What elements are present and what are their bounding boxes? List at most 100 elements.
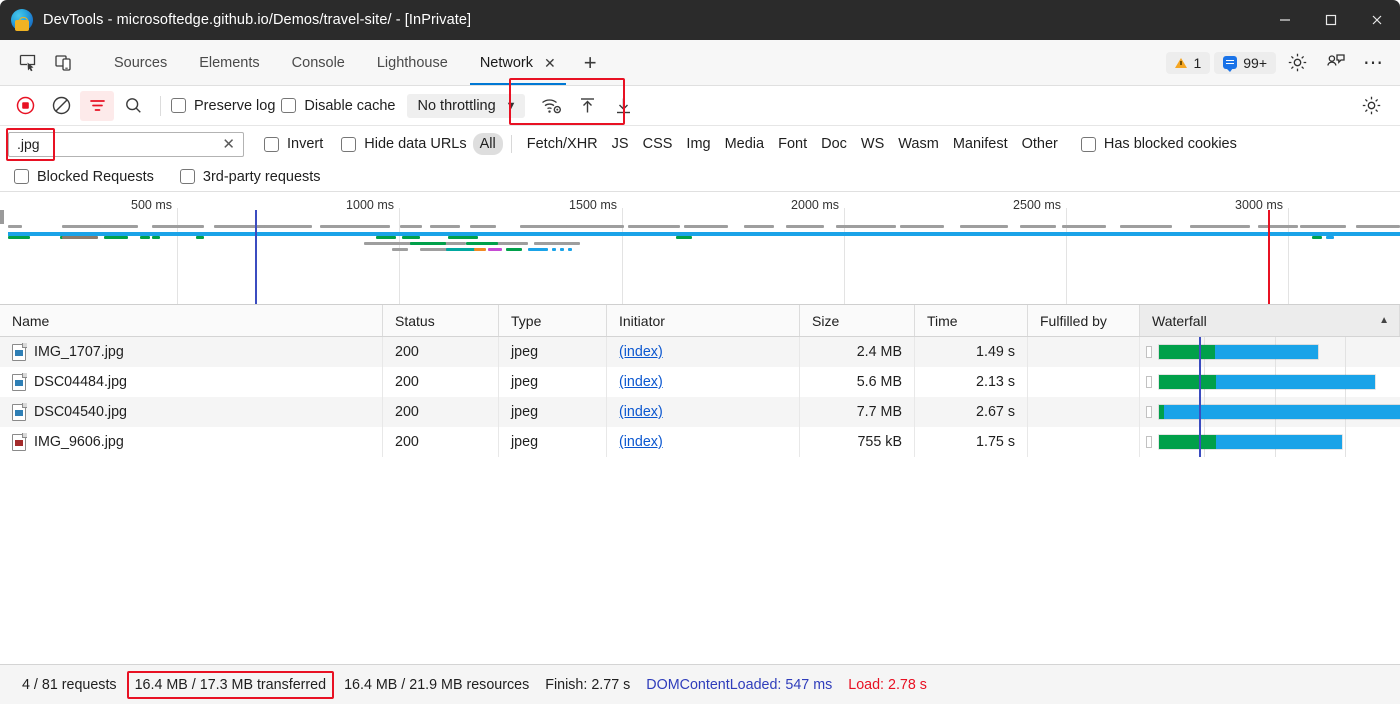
- waterfall-bar[interactable]: [1158, 404, 1400, 420]
- add-tab-button[interactable]: +: [572, 40, 609, 85]
- overview-tick-line: [399, 208, 400, 304]
- message-badge[interactable]: 99+: [1214, 52, 1276, 74]
- column-header-type[interactable]: Type: [499, 305, 607, 336]
- device-emulation-icon[interactable]: [46, 40, 82, 85]
- waterfall-bar[interactable]: [1158, 344, 1319, 360]
- requests-table: Name Status Type Initiator Size Time Ful…: [0, 305, 1400, 664]
- network-overview[interactable]: 500 ms1000 ms1500 ms2000 ms2500 ms3000 m…: [0, 192, 1400, 305]
- table-row[interactable]: DSC04484.jpg200jpeg(index)5.6 MB2.13 s: [0, 367, 1400, 397]
- overview-request-band: [488, 248, 502, 251]
- cell-fulfilled-by: [1028, 397, 1140, 427]
- filter-type-img[interactable]: Img: [679, 133, 717, 155]
- has-blocked-cookies-checkbox[interactable]: Has blocked cookies: [1081, 136, 1237, 152]
- column-header-status[interactable]: Status: [383, 305, 499, 336]
- tab-console[interactable]: Console: [276, 40, 361, 85]
- close-tab-icon[interactable]: ✕: [544, 56, 556, 70]
- file-name: DSC04484.jpg: [34, 374, 127, 390]
- filter-type-manifest[interactable]: Manifest: [946, 133, 1015, 155]
- waterfall-connection-stub: [1146, 376, 1152, 388]
- invert-checkbox[interactable]: Invert: [264, 136, 323, 152]
- filter-type-font[interactable]: Font: [771, 133, 814, 155]
- cell-initiator[interactable]: (index): [607, 397, 800, 427]
- third-party-requests-checkbox[interactable]: 3rd-party requests: [180, 169, 321, 185]
- filter-type-wasm[interactable]: Wasm: [891, 133, 946, 155]
- table-row[interactable]: DSC04540.jpg200jpeg(index)7.7 MB2.67 s: [0, 397, 1400, 427]
- column-header-waterfall[interactable]: Waterfall ▲: [1140, 305, 1400, 336]
- overview-request-band: [676, 236, 692, 239]
- overview-tick-line: [1288, 208, 1289, 304]
- gear-icon[interactable]: [1280, 46, 1314, 80]
- initiator-link[interactable]: (index): [619, 344, 663, 360]
- disable-cache-label: Disable cache: [304, 98, 395, 114]
- tab-label: Elements: [199, 55, 259, 71]
- more-options-icon[interactable]: ⋯: [1356, 46, 1390, 80]
- filter-type-all[interactable]: All: [473, 133, 503, 155]
- waterfall-connection-stub: [1146, 406, 1152, 418]
- column-header-time[interactable]: Time: [915, 305, 1028, 336]
- cell-initiator[interactable]: (index): [607, 367, 800, 397]
- throttling-select[interactable]: No throttling ▼: [407, 94, 524, 118]
- cell-name: IMG_1707.jpg: [0, 337, 383, 367]
- initiator-link[interactable]: (index): [619, 434, 663, 450]
- cell-initiator[interactable]: (index): [607, 337, 800, 367]
- record-button[interactable]: [8, 91, 42, 121]
- tab-network[interactable]: Network ✕: [464, 40, 572, 85]
- waterfall-bar[interactable]: [1158, 374, 1376, 390]
- clear-filter-icon[interactable]: ✕: [222, 135, 235, 153]
- overview-request-band: [8, 236, 30, 239]
- waterfall-connection-stub: [1146, 436, 1152, 448]
- filter-type-fetch-xhr[interactable]: Fetch/XHR: [520, 133, 605, 155]
- column-header-size[interactable]: Size: [800, 305, 915, 336]
- filter-toggle-button[interactable]: [80, 91, 114, 121]
- tab-elements[interactable]: Elements: [183, 40, 275, 85]
- customize-icon[interactable]: [1318, 46, 1352, 80]
- disable-cache-checkbox[interactable]: Disable cache: [281, 98, 395, 114]
- table-row[interactable]: IMG_1707.jpg200jpeg(index)2.4 MB1.49 s: [0, 337, 1400, 367]
- maximize-button[interactable]: [1308, 0, 1354, 40]
- export-har-icon[interactable]: [607, 91, 641, 121]
- initiator-link[interactable]: (index): [619, 404, 663, 420]
- tab-lighthouse[interactable]: Lighthouse: [361, 40, 464, 85]
- overview-request-band: [500, 242, 528, 245]
- preserve-log-checkbox[interactable]: Preserve log: [171, 98, 275, 114]
- blocked-requests-checkbox[interactable]: Blocked Requests: [14, 169, 154, 185]
- hide-data-urls-checkbox[interactable]: Hide data URLs: [341, 136, 466, 152]
- initiator-link[interactable]: (index): [619, 374, 663, 390]
- clear-button[interactable]: [44, 91, 78, 121]
- minimize-button[interactable]: [1262, 0, 1308, 40]
- inspect-element-icon[interactable]: [10, 40, 46, 85]
- filter-type-js[interactable]: JS: [605, 133, 636, 155]
- overview-request-band: [474, 248, 486, 251]
- cell-status: 200: [383, 397, 499, 427]
- waterfall-bar[interactable]: [1158, 434, 1343, 450]
- warning-badge[interactable]: 1: [1166, 52, 1210, 74]
- tab-strip: Sources Elements Console Lighthouse Netw…: [0, 40, 1400, 86]
- import-har-icon[interactable]: [571, 91, 605, 121]
- status-resources: 16.4 MB / 21.9 MB resources: [336, 677, 537, 693]
- search-icon[interactable]: [116, 91, 150, 121]
- has-blocked-cookies-label: Has blocked cookies: [1104, 136, 1237, 152]
- filter-type-media[interactable]: Media: [718, 133, 772, 155]
- overview-request-band: [628, 225, 680, 228]
- filter-type-other[interactable]: Other: [1015, 133, 1065, 155]
- filter-type-ws[interactable]: WS: [854, 133, 891, 155]
- tab-sources[interactable]: Sources: [98, 40, 183, 85]
- status-transferred: 16.4 MB / 17.3 MB transferred: [127, 671, 335, 699]
- cell-name: DSC04540.jpg: [0, 397, 383, 427]
- message-icon: [1223, 56, 1237, 69]
- column-header-fulfilled-by[interactable]: Fulfilled by: [1028, 305, 1140, 336]
- filter-type-doc[interactable]: Doc: [814, 133, 854, 155]
- window-title: DevTools - microsoftedge.github.io/Demos…: [43, 12, 471, 28]
- hide-data-urls-label: Hide data URLs: [364, 136, 466, 152]
- close-button[interactable]: [1354, 0, 1400, 40]
- column-label: Type: [511, 313, 541, 329]
- overview-request-band: [466, 242, 498, 245]
- network-conditions-icon[interactable]: [535, 91, 569, 121]
- cell-initiator[interactable]: (index): [607, 427, 800, 457]
- table-row[interactable]: IMG_9606.jpg200jpeg(index)755 kB1.75 s: [0, 427, 1400, 457]
- filter-type-css[interactable]: CSS: [636, 133, 680, 155]
- column-header-initiator[interactable]: Initiator: [607, 305, 800, 336]
- network-settings-gear-icon[interactable]: [1354, 91, 1388, 121]
- column-header-name[interactable]: Name: [0, 305, 383, 336]
- cell-time: 1.75 s: [915, 427, 1028, 457]
